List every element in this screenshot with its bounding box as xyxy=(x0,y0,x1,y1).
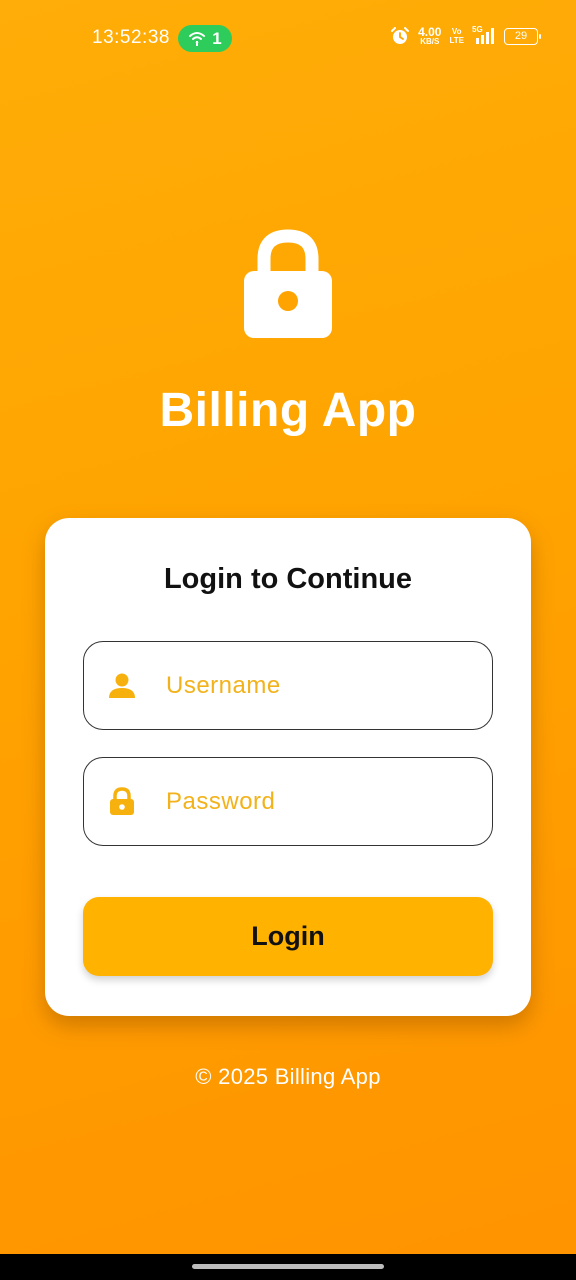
login-card: Login to Continue Login xyxy=(45,518,531,1016)
person-icon xyxy=(109,673,135,698)
home-indicator[interactable] xyxy=(192,1264,384,1269)
battery-level: 29 xyxy=(514,30,528,42)
status-bar: 13:52:38 1 4.00 KB/S Vo LTE 5G 29 xyxy=(0,0,576,76)
lock-icon xyxy=(244,229,332,338)
volte-top: Vo xyxy=(451,27,462,36)
hotspot-indicator[interactable]: 1 xyxy=(178,25,232,52)
status-time: 13:52:38 xyxy=(92,27,170,48)
navigation-bar xyxy=(0,1254,576,1280)
alarm-icon xyxy=(391,27,410,44)
password-field[interactable] xyxy=(83,757,493,846)
username-input[interactable] xyxy=(166,642,476,729)
lock-icon xyxy=(110,787,134,815)
app-title: Billing App xyxy=(159,384,417,437)
password-input[interactable] xyxy=(166,758,476,845)
footer-copyright: © 2025 Billing App xyxy=(195,1064,381,1089)
volte-indicator: Vo LTE xyxy=(449,27,464,45)
hotspot-icon xyxy=(189,31,206,46)
hotspot-count: 1 xyxy=(212,28,222,48)
network-type: 5G xyxy=(472,25,483,34)
battery-icon: 29 xyxy=(504,27,541,45)
username-field[interactable] xyxy=(83,641,493,730)
network-speed: 4.00 KB/S xyxy=(418,26,441,46)
volte-bottom: LTE xyxy=(449,36,464,45)
speed-unit: KB/S xyxy=(420,37,440,46)
status-icons: 4.00 KB/S Vo LTE 5G 29 xyxy=(390,25,541,46)
login-button[interactable]: Login xyxy=(83,897,493,976)
card-title: Login to Continue xyxy=(163,563,413,595)
signal-indicator: 5G xyxy=(472,25,496,45)
